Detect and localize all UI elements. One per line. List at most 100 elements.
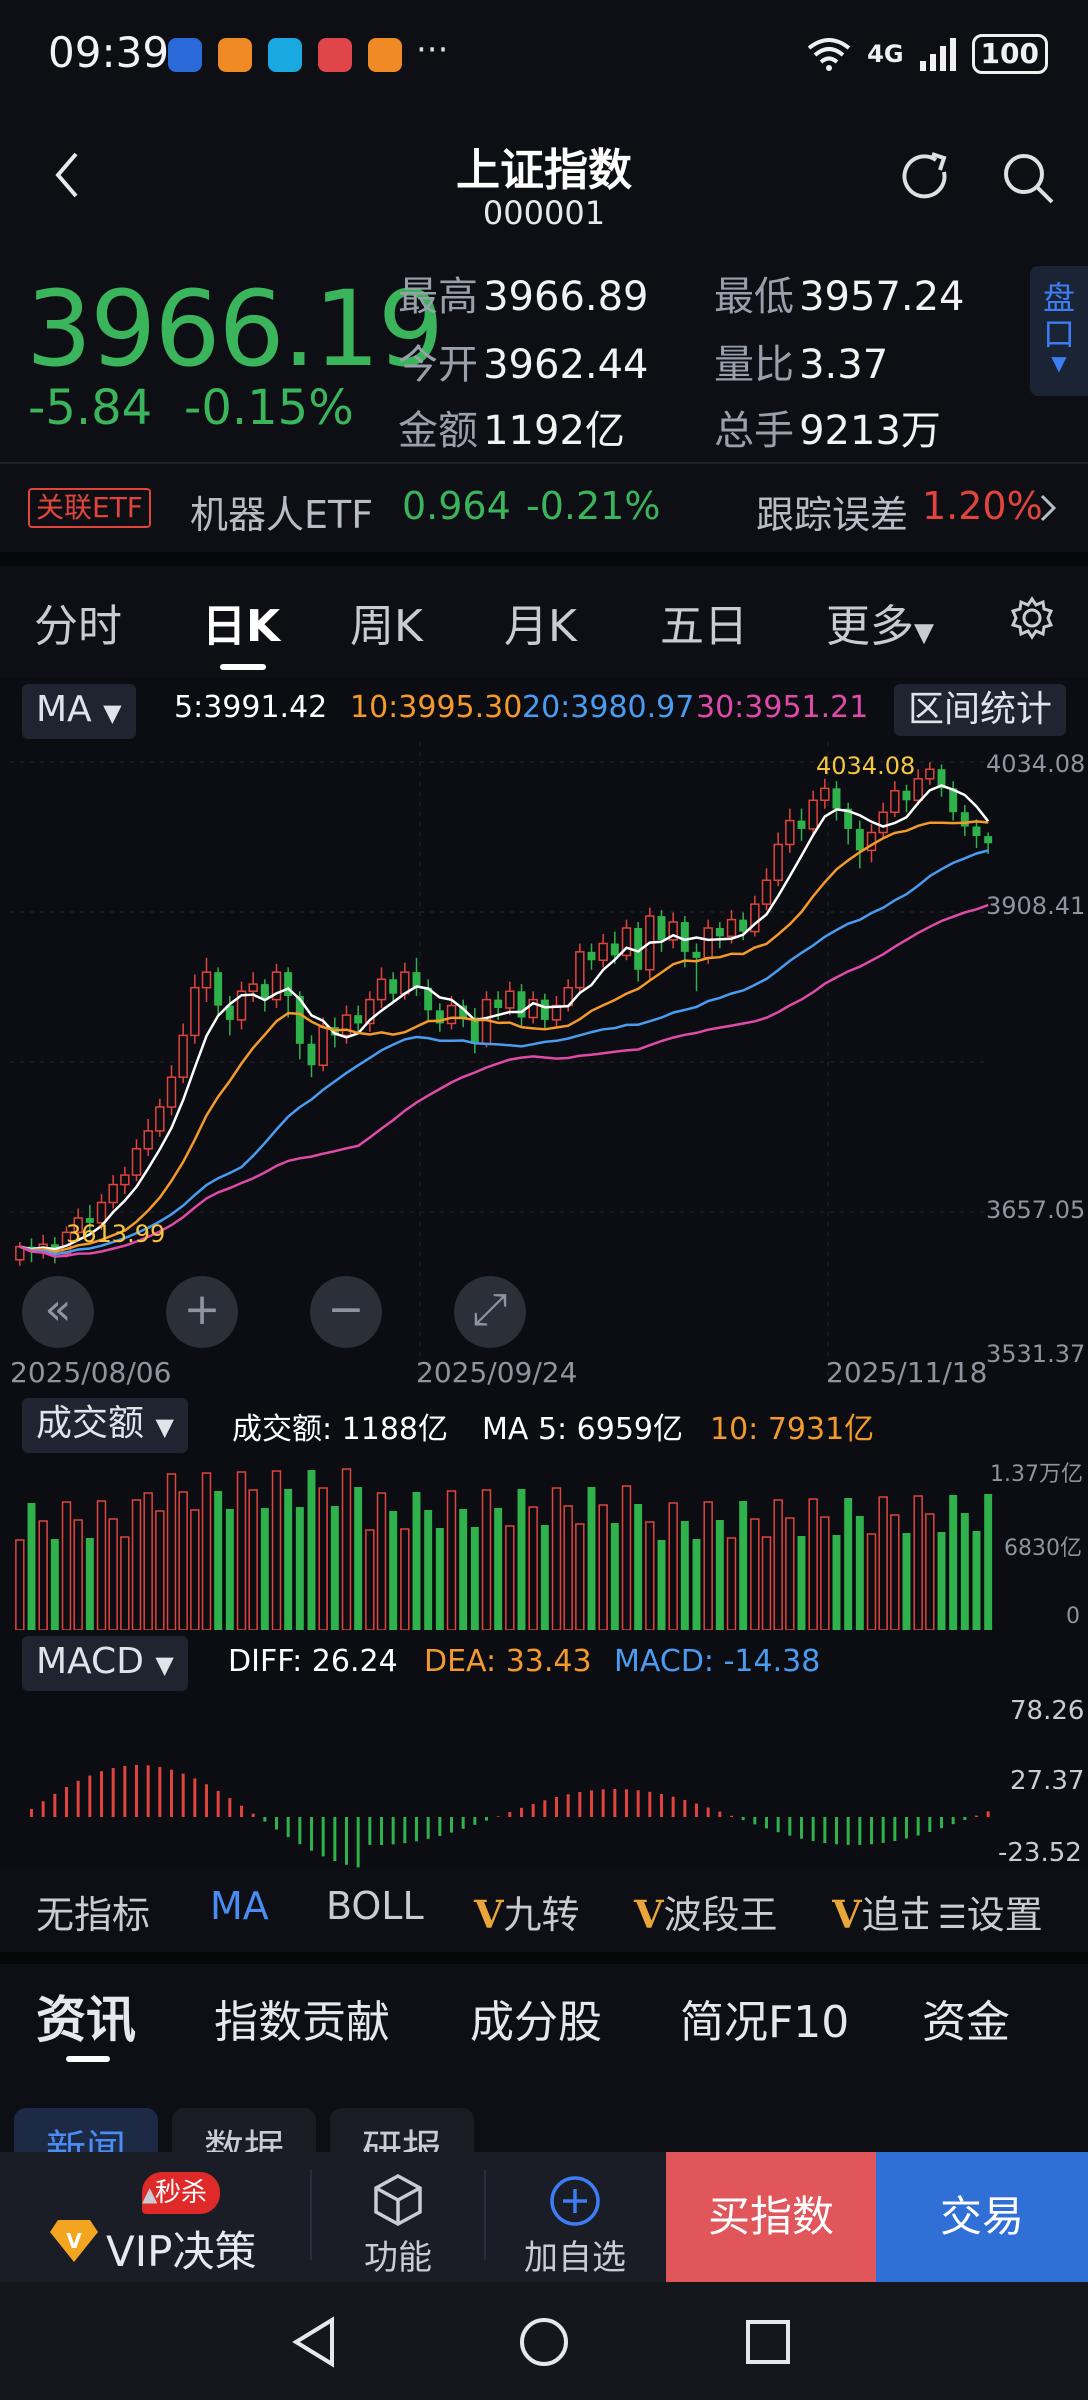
volume-bar <box>38 1520 48 1630</box>
volume-chart[interactable] <box>0 1454 1088 1630</box>
vip-diamond-icon: V <box>50 2220 98 2262</box>
volume-bar <box>131 1499 142 1630</box>
fullscreen-button[interactable]: ⤢ <box>454 1276 526 1348</box>
v-icon: V <box>634 1892 664 1937</box>
volume-bar <box>984 1494 993 1630</box>
caret-down-icon: ▼ <box>155 1413 174 1441</box>
ma5-readout: 5:3991.42 <box>174 690 328 725</box>
stat-amount: 金额 1192亿 <box>398 398 625 456</box>
volume-bar <box>761 1536 772 1630</box>
signal-icon <box>919 38 956 71</box>
add-watchlist-button[interactable]: 加自选 <box>490 2152 660 2282</box>
tab-more[interactable]: 更多▼ <box>826 590 934 654</box>
zoom-out-button[interactable]: − <box>310 1276 382 1348</box>
indicator-settings[interactable]: ☰设置 <box>934 1884 1043 1939</box>
volume-bar <box>785 1517 795 1630</box>
chevron-right-icon[interactable] <box>1038 492 1058 524</box>
zoom-in-button[interactable]: + <box>166 1276 238 1348</box>
tab-funds[interactable]: 资金 <box>922 1986 1010 2050</box>
search-icon[interactable] <box>1000 150 1056 206</box>
kline-chart[interactable] <box>0 742 1088 1382</box>
tracking-error-label[interactable]: 跟踪误差 <box>756 484 908 539</box>
tab-timeshare[interactable]: 分时 <box>34 590 122 654</box>
volume-ma10: 10: 7931亿 <box>710 1412 875 1447</box>
functions-button[interactable]: 功能 <box>318 2152 478 2282</box>
volume-ma5: MA 5: 6959亿 <box>482 1412 684 1447</box>
candle <box>785 819 795 846</box>
gear-icon[interactable] <box>1010 596 1054 640</box>
candle <box>925 768 935 780</box>
refresh-icon[interactable] <box>898 150 954 206</box>
vip-label: VIP决策 <box>106 2227 257 2276</box>
nav-recents-icon[interactable] <box>744 2318 792 2366</box>
trade-button[interactable]: 交易 <box>876 2152 1088 2282</box>
volume-selector[interactable]: 成交额 ▼ <box>22 1398 188 1453</box>
volume-bar <box>143 1492 153 1630</box>
candle <box>984 836 993 844</box>
candle <box>913 778 923 802</box>
volume-bar <box>27 1503 36 1630</box>
range-stats-button[interactable]: 区间统计 <box>894 684 1067 736</box>
candle <box>878 811 888 834</box>
current-price: 3966.19 <box>26 268 444 390</box>
candle <box>505 990 515 1009</box>
tab-monthly-k[interactable]: 月K <box>504 590 577 654</box>
status-time: 09:39 <box>48 28 170 77</box>
candle <box>318 1026 328 1067</box>
candle <box>902 790 911 801</box>
buy-index-button[interactable]: 买指数 <box>666 2152 876 2282</box>
candle <box>155 1106 165 1132</box>
candle <box>201 971 212 989</box>
candle <box>832 788 841 809</box>
v-icon: V <box>474 1892 504 1937</box>
indicator-jiuzhuan[interactable]: V九转 <box>474 1884 580 1939</box>
vip-decision-button[interactable]: 秒杀 ▲ V VIP决策 <box>0 2152 310 2282</box>
volume-bar <box>855 1516 864 1630</box>
volume-bar <box>563 1505 573 1630</box>
tab-weekly-k[interactable]: 周K <box>350 590 423 654</box>
etf-tag: 关联ETF <box>28 488 151 528</box>
indicator-boduanwang[interactable]: V波段王 <box>634 1884 778 1939</box>
price-change: -5.84 <box>28 380 153 436</box>
tab-daily-k[interactable]: 日K <box>202 590 280 654</box>
volume-bar <box>610 1523 619 1630</box>
y-tick: 6830亿 <box>1004 1536 1082 1561</box>
indicator-ma[interactable]: MA <box>210 1884 269 1928</box>
macd-chart[interactable] <box>0 1692 1088 1868</box>
ma-selector[interactable]: MA ▼ <box>22 684 136 739</box>
etf-name[interactable]: 机器人ETF <box>190 484 373 539</box>
stat-label: 今开 <box>398 342 478 388</box>
nav-back-icon[interactable] <box>290 2316 340 2368</box>
macd-selector[interactable]: MACD ▼ <box>22 1636 188 1691</box>
volume-bar <box>808 1498 818 1630</box>
volume-bar <box>657 1540 666 1630</box>
y-tick: 27.37 <box>1010 1766 1085 1796</box>
divider <box>310 2170 312 2260</box>
volume-bar <box>587 1487 596 1630</box>
pankou-button[interactable]: 盘口 ▼ <box>1030 266 1088 396</box>
indicator-zhuiji[interactable]: V追击 <box>832 1884 928 1939</box>
tab-f10[interactable]: 简况F10 <box>680 1986 849 2050</box>
indicator-none[interactable]: 无指标 <box>36 1884 150 1939</box>
indicator-boll[interactable]: BOLL <box>326 1884 424 1928</box>
stat-label: 总手 <box>714 408 794 454</box>
volume-bar <box>85 1538 94 1630</box>
volume-bar <box>178 1491 188 1630</box>
volume-bar <box>913 1495 923 1630</box>
candle <box>598 942 608 961</box>
stat-total-hands: 总手 9213万 <box>714 398 941 456</box>
volume-bar <box>972 1531 981 1630</box>
volume-bar <box>878 1496 888 1630</box>
volume-bar <box>225 1509 234 1630</box>
app-notification-icon <box>168 38 202 72</box>
network-type: 4G <box>867 40 904 68</box>
tab-index-contribution[interactable]: 指数贡献 <box>214 1986 390 2050</box>
nav-home-icon[interactable] <box>518 2316 570 2368</box>
tab-news[interactable]: 资讯 <box>36 1980 136 2052</box>
tab-five-day[interactable]: 五日 <box>660 590 748 654</box>
candle <box>739 919 748 932</box>
tab-constituents[interactable]: 成分股 <box>470 1986 602 2050</box>
scroll-left-button[interactable]: « <box>22 1276 94 1348</box>
volume-bar <box>832 1535 841 1630</box>
volume-bar <box>248 1489 258 1630</box>
